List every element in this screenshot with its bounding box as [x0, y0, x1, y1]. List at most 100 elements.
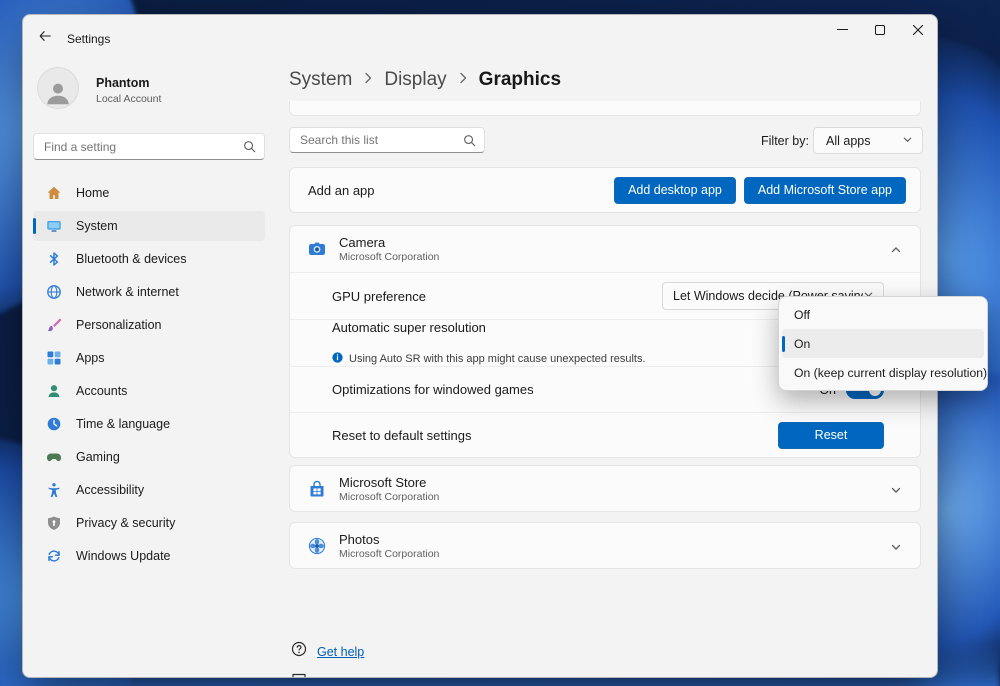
system-icon	[46, 218, 62, 234]
sidebar-item-apps[interactable]: Apps	[33, 343, 265, 373]
bluetooth-icon	[46, 251, 62, 267]
chevron-up-icon[interactable]	[890, 243, 902, 261]
maximize-button[interactable]	[861, 16, 899, 46]
reset-label: Reset to default settings	[332, 427, 472, 443]
auto-sr-dropdown-flyout: Off On On (keep current display resoluti…	[778, 296, 988, 391]
add-an-app-label: Add an app	[308, 182, 375, 198]
sidebar-item-label: Personalization	[76, 318, 162, 332]
give-feedback-row[interactable]: Give feedback	[291, 672, 397, 678]
sidebar-item-privacy-security[interactable]: Privacy & security	[33, 508, 265, 538]
get-help-link[interactable]: Get help	[317, 645, 364, 659]
sidebar-item-system[interactable]: System	[33, 211, 265, 241]
app-publisher: Microsoft Corporation	[339, 548, 440, 560]
reset-button[interactable]: Reset	[778, 421, 884, 449]
minimize-icon	[836, 22, 848, 40]
scrolled-card-edge	[289, 101, 921, 116]
close-icon	[912, 22, 924, 40]
sidebar-nav: Home System Bluetooth & devices Network …	[33, 178, 265, 574]
update-arrows-icon	[46, 548, 62, 564]
sidebar-item-label: Network & internet	[76, 285, 179, 299]
photos-card: Photos Microsoft Corporation	[289, 522, 921, 569]
home-icon	[46, 185, 62, 201]
sidebar-item-label: Time & language	[76, 417, 171, 431]
sidebar-item-label: Windows Update	[76, 549, 171, 563]
sidebar-item-label: Accessibility	[76, 483, 145, 497]
chevron-down-icon[interactable]	[890, 540, 902, 558]
sidebar-item-label: Bluetooth & devices	[76, 252, 187, 266]
app-name: Microsoft Store	[339, 475, 427, 490]
help-icon	[291, 641, 307, 662]
sidebar-item-label: Apps	[76, 351, 105, 365]
search-icon	[463, 134, 476, 152]
app-name: Camera	[339, 235, 386, 250]
sidebar-item-home[interactable]: Home	[33, 178, 265, 208]
user-name: Phantom	[96, 76, 150, 90]
back-button[interactable]	[31, 24, 59, 52]
sidebar-item-label: Privacy & security	[76, 516, 176, 530]
maximize-icon	[875, 22, 885, 40]
search-this-list[interactable]	[289, 127, 485, 153]
sidebar-item-gaming[interactable]: Gaming	[33, 442, 265, 472]
microsoft-store-card: Microsoft Store Microsoft Corporation	[289, 465, 921, 512]
flyout-option-on[interactable]: On	[782, 329, 984, 358]
auto-super-resolution-label: Automatic super resolution	[332, 320, 486, 335]
filter-by-label: Filter by:	[761, 134, 809, 148]
window-title: Settings	[67, 32, 111, 46]
auto-sr-info-text: Using Auto SR with this app might cause …	[349, 353, 646, 365]
windowed-games-label: Optimizations for windowed games	[332, 382, 534, 397]
sidebar-item-network-internet[interactable]: Network & internet	[33, 277, 265, 307]
flyout-option-on-keep-resolution[interactable]: On (keep current display resolution)	[782, 358, 987, 387]
chevron-down-icon[interactable]	[890, 483, 902, 501]
add-an-app-card: Add an app Add desktop app Add Microsoft…	[289, 167, 921, 213]
list-search-input[interactable]	[290, 128, 484, 152]
info-icon	[332, 352, 343, 366]
sidebar-item-personalization[interactable]: Personalization	[33, 310, 265, 340]
get-help-row[interactable]: Get help	[291, 641, 364, 662]
flyout-option-off[interactable]: Off	[782, 300, 984, 329]
camera-app-icon	[308, 240, 326, 258]
sidebar-item-time-language[interactable]: Time & language	[33, 409, 265, 439]
sidebar-item-accounts[interactable]: Accounts	[33, 376, 265, 406]
store-card-header[interactable]: Microsoft Store Microsoft Corporation	[290, 466, 920, 512]
give-feedback-link[interactable]: Give feedback	[317, 676, 397, 678]
find-a-setting-search[interactable]	[33, 133, 265, 160]
filter-value: All apps	[826, 133, 871, 148]
app-publisher: Microsoft Corporation	[339, 491, 440, 503]
add-microsoft-store-app-button[interactable]: Add Microsoft Store app	[743, 176, 906, 204]
shield-icon	[46, 515, 62, 531]
sidebar-item-label: Gaming	[76, 450, 120, 464]
minimize-button[interactable]	[823, 16, 861, 46]
reset-row: Reset to default settings Reset	[290, 412, 920, 457]
close-button[interactable]	[899, 16, 937, 46]
search-icon	[243, 140, 256, 158]
store-app-icon	[308, 480, 326, 498]
chevron-down-icon	[902, 134, 913, 148]
search-input[interactable]	[34, 134, 264, 159]
sidebar-item-label: Home	[76, 186, 110, 200]
clock-icon	[46, 416, 62, 432]
back-arrow-icon	[38, 29, 52, 48]
breadcrumb-system[interactable]: System	[289, 69, 352, 91]
gpu-preference-label: GPU preference	[332, 288, 426, 304]
sidebar-item-windows-update[interactable]: Windows Update	[33, 541, 265, 571]
gamepad-icon	[46, 449, 62, 465]
app-publisher: Microsoft Corporation	[339, 251, 440, 263]
brush-icon	[46, 317, 62, 333]
photos-card-header[interactable]: Photos Microsoft Corporation	[290, 523, 920, 569]
sidebar-item-label: Accounts	[76, 384, 128, 398]
chevron-right-icon	[363, 71, 373, 90]
accounts-person-icon	[46, 383, 62, 399]
page-title: Graphics	[478, 69, 562, 90]
apps-grid-icon	[46, 350, 62, 366]
add-desktop-app-button[interactable]: Add desktop app	[614, 176, 736, 204]
breadcrumb: System Display Graphics	[289, 65, 561, 95]
chevron-right-icon	[458, 71, 468, 90]
breadcrumb-display[interactable]: Display	[384, 69, 446, 91]
filter-dropdown[interactable]: All apps	[813, 127, 923, 154]
app-name: Photos	[339, 532, 380, 547]
sidebar-item-accessibility[interactable]: Accessibility	[33, 475, 265, 505]
avatar[interactable]	[37, 67, 79, 109]
accessibility-icon	[46, 482, 62, 498]
sidebar-item-bluetooth-devices[interactable]: Bluetooth & devices	[33, 244, 265, 274]
camera-card-header[interactable]: Camera Microsoft Corporation	[290, 226, 920, 272]
